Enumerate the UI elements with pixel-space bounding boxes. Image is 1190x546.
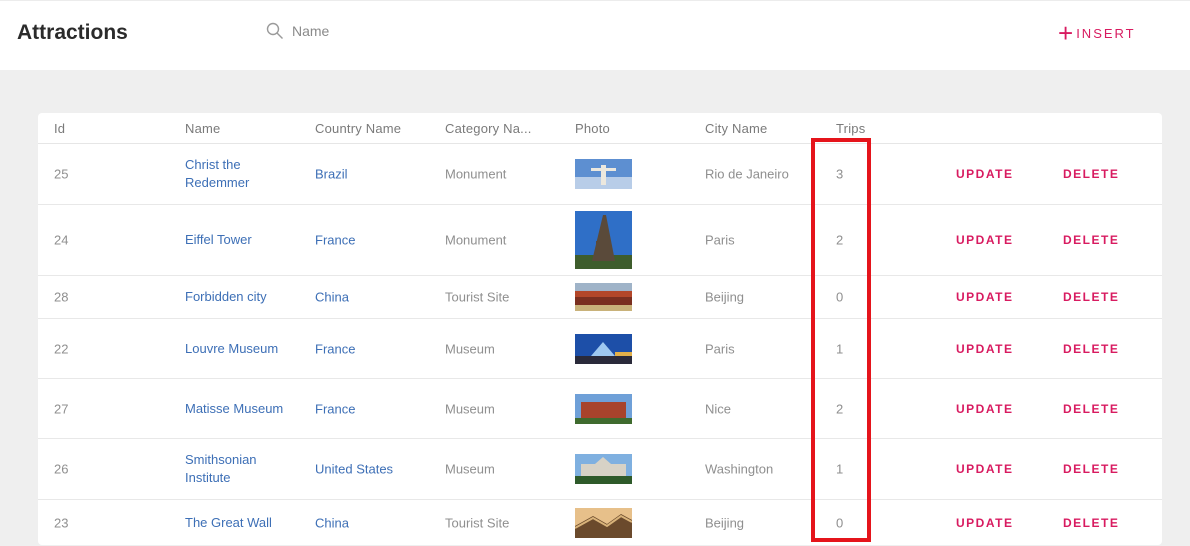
delete-button[interactable]: DELETE <box>1063 342 1119 356</box>
cell-category: Museum <box>445 401 495 416</box>
cell-name-link[interactable]: Eiffel Tower <box>185 231 295 249</box>
table-row: 27 Matisse Museum France Museum Nice 2 U… <box>38 379 1162 439</box>
cell-category: Monument <box>445 232 507 248</box>
trips-column-highlight <box>811 138 871 542</box>
table-row: 23 The Great Wall China Tourist Site Bei… <box>38 500 1162 545</box>
search-icon <box>266 22 283 39</box>
delete-button[interactable]: DELETE <box>1063 462 1119 476</box>
cell-city: Beijing <box>705 515 745 530</box>
column-header-name[interactable]: Name <box>185 121 220 136</box>
plus-icon: + <box>1058 18 1074 48</box>
table-row: 25 Christ the Redemmer Brazil Monument R… <box>38 144 1162 205</box>
update-button[interactable]: UPDATE <box>956 342 1013 356</box>
update-button[interactable]: UPDATE <box>956 402 1013 416</box>
column-header-id[interactable]: Id <box>54 121 65 136</box>
cell-city: Paris <box>705 341 735 356</box>
page-title: Attractions <box>17 21 128 44</box>
attractions-table: Id Name Country Name Category Na... Phot… <box>38 113 1162 545</box>
eiffel-tower-photo <box>575 211 632 269</box>
column-header-country[interactable]: Country Name <box>315 121 401 136</box>
column-header-photo[interactable]: Photo <box>575 121 610 136</box>
delete-button[interactable]: DELETE <box>1063 402 1119 416</box>
cell-country-link[interactable]: United States <box>315 462 393 477</box>
cell-category: Monument <box>445 166 507 182</box>
cell-country-link[interactable]: France <box>315 401 355 416</box>
cell-city: Rio de Janeiro <box>705 166 789 182</box>
cell-category: Tourist Site <box>445 289 510 305</box>
search-input[interactable] <box>292 20 532 42</box>
cell-id: 27 <box>54 401 69 416</box>
delete-button[interactable]: DELETE <box>1063 167 1119 181</box>
column-header-trips[interactable]: Trips <box>836 121 865 136</box>
update-button[interactable]: UPDATE <box>956 462 1013 476</box>
delete-button[interactable]: DELETE <box>1063 516 1119 530</box>
cell-city: Beijing <box>705 289 745 305</box>
delete-button[interactable]: DELETE <box>1063 290 1119 304</box>
cell-category: Museum <box>445 461 495 477</box>
cell-id: 25 <box>54 166 69 182</box>
matisse-museum-photo <box>575 393 632 424</box>
cell-country-link[interactable]: China <box>315 290 349 305</box>
christ-the-redeemer-photo <box>575 159 632 189</box>
table-row: 22 Louvre Museum France Museum Paris 1 U… <box>38 319 1162 379</box>
cell-country-link[interactable]: China <box>315 515 349 530</box>
forbidden-city-photo <box>575 283 632 311</box>
app-header: Attractions + INSERT <box>0 0 1190 71</box>
update-button[interactable]: UPDATE <box>956 516 1013 530</box>
update-button[interactable]: UPDATE <box>956 167 1013 181</box>
table-row: 26 Smithsonian Institute United States M… <box>38 439 1162 500</box>
cell-name-link[interactable]: Matisse Museum <box>185 400 295 418</box>
cell-name-link[interactable]: Smithsonian Institute <box>185 451 295 487</box>
cell-id: 28 <box>54 289 69 305</box>
smithsonian-institute-photo <box>575 454 632 484</box>
cell-name-link[interactable]: Forbidden city <box>185 288 295 306</box>
cell-id: 23 <box>54 515 69 530</box>
cell-country-link[interactable]: France <box>315 341 355 356</box>
cell-id: 22 <box>54 341 69 356</box>
louvre-museum-photo <box>575 333 632 364</box>
cell-category: Tourist Site <box>445 515 510 530</box>
cell-city: Washington <box>705 461 774 477</box>
delete-button[interactable]: DELETE <box>1063 233 1119 247</box>
cell-name-link[interactable]: Louvre Museum <box>185 340 295 358</box>
update-button[interactable]: UPDATE <box>956 233 1013 247</box>
table-row: 28 Forbidden city China Tourist Site Bei… <box>38 276 1162 319</box>
cell-city: Paris <box>705 232 735 248</box>
table-header: Id Name Country Name Category Na... Phot… <box>38 113 1162 144</box>
insert-button[interactable]: + INSERT <box>1058 18 1136 48</box>
cell-country-link[interactable]: France <box>315 233 355 248</box>
cell-city: Nice <box>705 401 732 416</box>
column-header-category[interactable]: Category Na... <box>445 121 532 136</box>
cell-country-link[interactable]: Brazil <box>315 167 348 182</box>
cell-name-link[interactable]: Christ the Redemmer <box>185 156 295 192</box>
column-header-city[interactable]: City Name <box>705 121 767 136</box>
insert-button-label: INSERT <box>1076 25 1136 41</box>
update-button[interactable]: UPDATE <box>956 290 1013 304</box>
cell-category: Museum <box>445 341 495 356</box>
cell-id: 24 <box>54 232 69 248</box>
great-wall-photo <box>575 507 632 538</box>
table-row: 24 Eiffel Tower France Monument Paris 2 … <box>38 205 1162 276</box>
cell-id: 26 <box>54 461 69 477</box>
cell-name-link[interactable]: The Great Wall <box>185 514 295 532</box>
